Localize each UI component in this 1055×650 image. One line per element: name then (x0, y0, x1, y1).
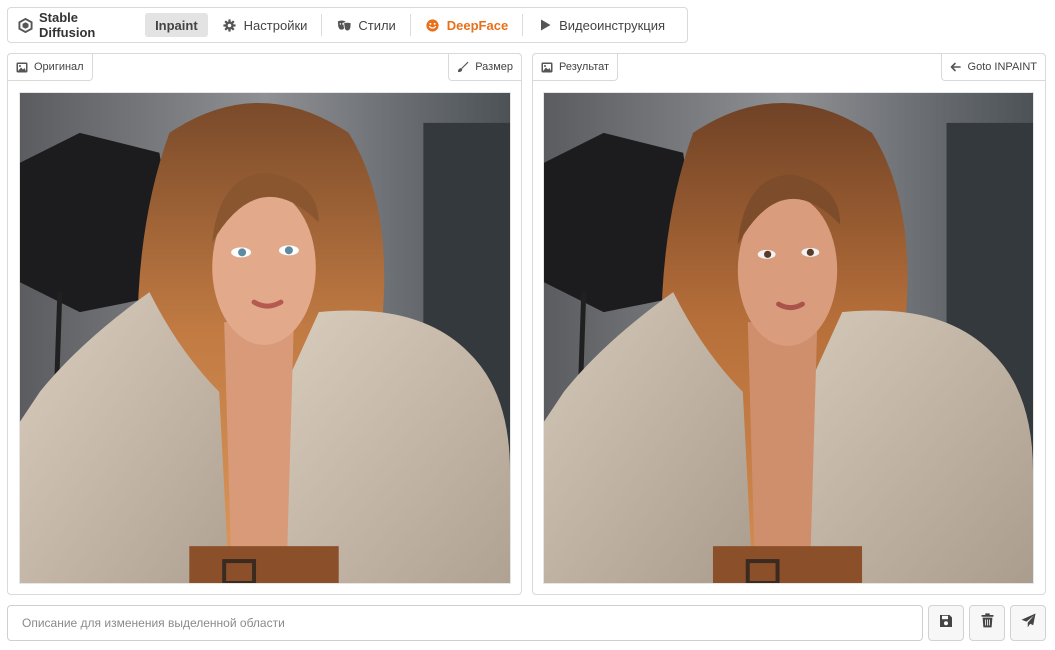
hexagon-icon (18, 17, 33, 33)
tab-inpaint[interactable]: Inpaint (145, 13, 208, 37)
original-image[interactable] (19, 92, 511, 584)
result-image[interactable] (543, 92, 1034, 584)
edit-description-input[interactable] (7, 605, 923, 641)
tab-styles[interactable]: Стили (322, 13, 409, 37)
tab-deepface-label: DeepFace (446, 17, 509, 33)
smile-icon (425, 17, 441, 33)
result-panel: Результат Goto INPAINT (532, 53, 1046, 595)
resize-button-label: Размер (475, 61, 513, 73)
save-button[interactable] (928, 605, 964, 641)
result-tag-label: Результат (559, 61, 610, 73)
delete-button[interactable] (969, 605, 1005, 641)
brand-label: Stable Diffusion (39, 10, 96, 40)
tab-video-instructions[interactable]: Видеоинструкция (523, 13, 679, 37)
tab-video-label: Видеоинструкция (559, 17, 666, 33)
tab-settings[interactable]: Настройки (208, 13, 322, 37)
resize-button[interactable]: Размер (448, 53, 522, 81)
image-icon (541, 61, 553, 73)
send-button[interactable] (1010, 605, 1046, 641)
floppy-disk-icon (939, 614, 953, 633)
mask-icon (336, 17, 352, 33)
top-navbar: Stable Diffusion Inpaint Настройки Стили… (7, 7, 688, 43)
goto-inpaint-label: Goto INPAINT (967, 61, 1037, 73)
paper-plane-icon (1020, 613, 1036, 633)
trash-icon (981, 613, 994, 633)
original-panel: Оригинал Размер (7, 53, 522, 595)
tab-settings-label: Настройки (243, 17, 308, 33)
original-tag-label: Оригинал (34, 61, 84, 73)
play-icon (537, 17, 553, 33)
tab-deepface[interactable]: DeepFace (411, 13, 522, 37)
tab-inpaint-label: Inpaint (155, 17, 198, 33)
original-tag: Оригинал (7, 53, 93, 81)
gear-icon (222, 17, 238, 33)
image-icon (16, 61, 28, 73)
brand-link[interactable]: Stable Diffusion (16, 10, 135, 40)
goto-inpaint-button[interactable]: Goto INPAINT (940, 53, 1046, 81)
brush-icon (457, 61, 469, 73)
tab-styles-label: Стили (358, 17, 396, 33)
result-tag: Результат (532, 53, 619, 81)
arrow-left-icon (950, 61, 962, 73)
